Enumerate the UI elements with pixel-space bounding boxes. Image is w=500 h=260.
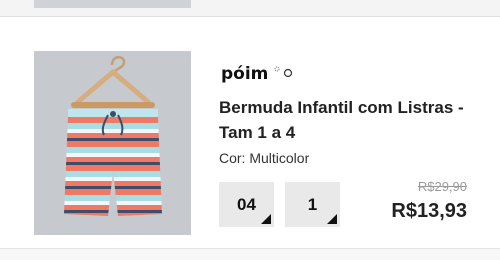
size-select[interactable]: 04 <box>219 182 274 227</box>
brand-logo: póim <box>219 61 299 92</box>
dropdown-corner-icon <box>327 214 337 224</box>
product-color: Cor: Multicolor <box>219 150 310 166</box>
next-card-top <box>0 249 500 260</box>
current-price: R$13,93 <box>391 200 467 222</box>
card-divider <box>0 16 500 17</box>
old-price: R$29,90 <box>417 179 467 194</box>
product-image[interactable] <box>34 51 191 235</box>
dropdown-corner-icon <box>261 214 271 224</box>
quantity-value: 1 <box>307 194 318 214</box>
previous-card-bottom <box>0 0 500 17</box>
svg-text:póim: póim <box>221 64 268 84</box>
shorts-on-hanger-illustration <box>64 55 162 216</box>
size-value: 04 <box>237 194 256 214</box>
product-title[interactable]: Bermuda Infantil com Listras - Tam 1 a 4 <box>219 95 489 145</box>
poim-logo-icon: póim <box>221 64 293 84</box>
previous-product-image[interactable] <box>34 0 191 8</box>
quantity-select[interactable]: 1 <box>285 182 340 227</box>
